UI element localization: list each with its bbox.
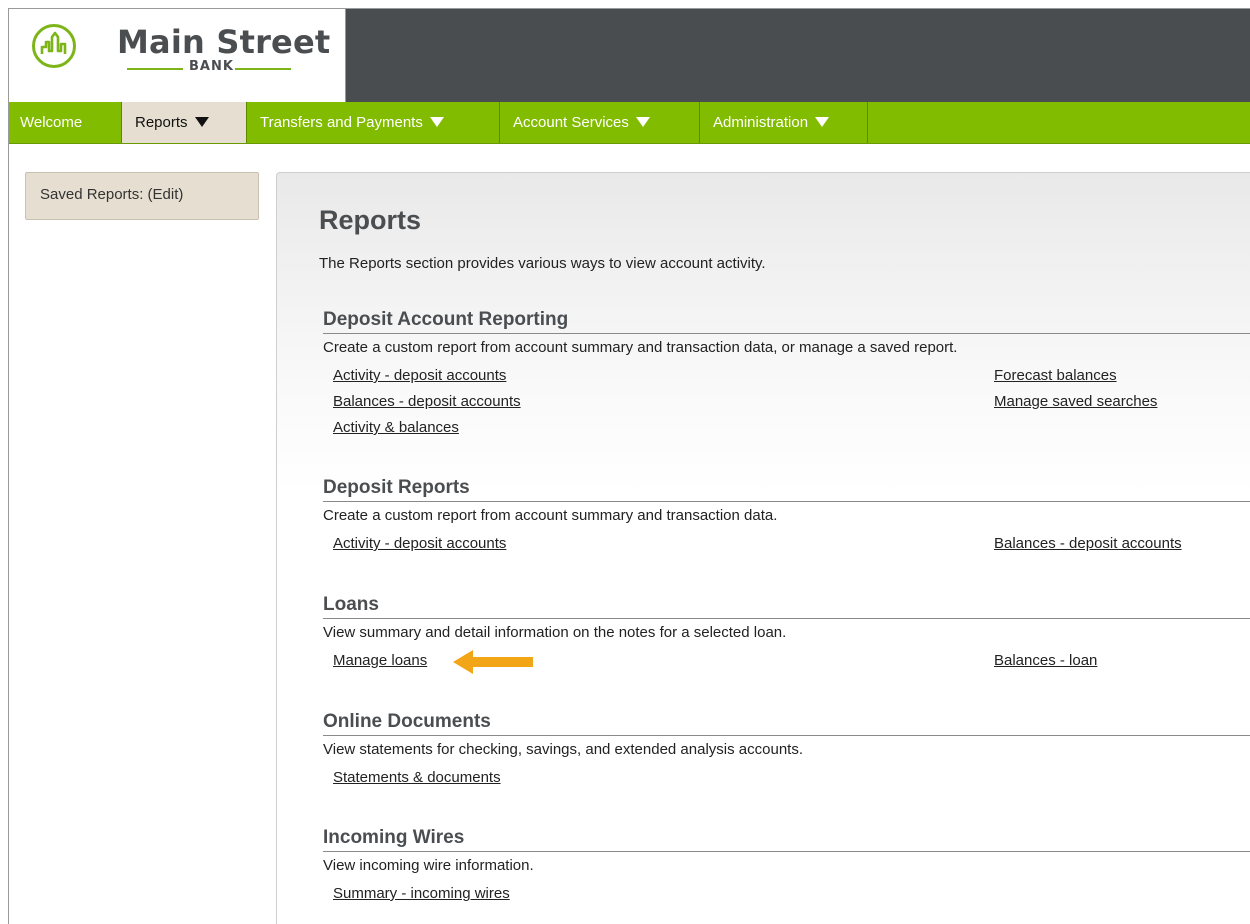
link-activity-balances[interactable]: Activity & balances: [333, 418, 459, 438]
link-manage-loans[interactable]: Manage loans: [333, 651, 427, 671]
section-description: Create a custom report from account summ…: [323, 507, 778, 524]
link-balances-deposit-accounts[interactable]: Balances - deposit accounts: [333, 392, 521, 412]
bank-logo[interactable]: Main Street BANK: [9, 9, 346, 102]
link-balances-deposit-accounts-2[interactable]: Balances - deposit accounts: [994, 534, 1182, 554]
section-title: Deposit Account Reporting: [323, 308, 1250, 334]
chevron-down-icon: [815, 117, 830, 128]
link-manage-saved-searches[interactable]: Manage saved searches: [994, 392, 1157, 412]
logo-rule-right: [235, 68, 291, 70]
nav-reports-label: Reports: [135, 114, 188, 131]
link-activity-deposit-accounts-2[interactable]: Activity - deposit accounts: [333, 534, 506, 554]
section-deposit-reports: Deposit Reports Create a custom report f…: [323, 476, 1250, 526]
nav-administration[interactable]: Administration: [700, 102, 868, 143]
bank-sub: BANK: [189, 59, 234, 74]
page-title: Reports: [319, 205, 422, 235]
saved-reports-label: Saved Reports: (Edit): [40, 186, 184, 203]
section-online-documents: Online Documents View statements for che…: [323, 710, 1250, 760]
reports-content: Reports The Reports section provides var…: [276, 172, 1250, 924]
nav-transfers-label: Transfers and Payments: [260, 114, 423, 131]
browser-frame: Main Street BANK Welcome Reports Transfe…: [8, 8, 1250, 924]
section-description: View summary and detail information on t…: [323, 624, 787, 641]
arrow-left-icon: [453, 650, 533, 674]
nav-welcome-label: Welcome: [20, 114, 83, 131]
nav-administration-label: Administration: [713, 114, 809, 131]
section-title: Deposit Reports: [323, 476, 1250, 502]
nav-welcome[interactable]: Welcome: [9, 102, 122, 143]
nav-account-services[interactable]: Account Services: [500, 102, 700, 143]
nav-reports[interactable]: Reports: [121, 102, 247, 143]
logo-rule-left: [127, 68, 183, 70]
link-statements-documents[interactable]: Statements & documents: [333, 768, 501, 788]
nav-transfers-payments[interactable]: Transfers and Payments: [247, 102, 500, 143]
section-description: View incoming wire information.: [323, 857, 534, 874]
page-description: The Reports section provides various way…: [319, 255, 766, 272]
section-incoming-wires: Incoming Wires View incoming wire inform…: [323, 826, 1250, 876]
main-nav: Welcome Reports Transfers and Payments A…: [9, 102, 1250, 144]
section-title: Online Documents: [323, 710, 1250, 736]
section-title: Loans: [323, 593, 1250, 619]
section-loans: Loans View summary and detail informatio…: [323, 593, 1250, 643]
chevron-down-icon: [429, 117, 444, 128]
section-title: Incoming Wires: [323, 826, 1250, 852]
section-description: View statements for checking, savings, a…: [323, 741, 803, 758]
bank-name: Main Street: [117, 23, 331, 61]
saved-reports-panel[interactable]: Saved Reports: (Edit): [25, 172, 259, 220]
section-description: Create a custom report from account summ…: [323, 339, 958, 356]
link-forecast-balances[interactable]: Forecast balances: [994, 366, 1117, 386]
chevron-down-icon: [194, 117, 209, 128]
link-balances-loan[interactable]: Balances - loan: [994, 651, 1097, 671]
nav-account-services-label: Account Services: [513, 114, 629, 131]
link-summary-incoming-wires[interactable]: Summary - incoming wires: [333, 884, 510, 904]
header-bar: Main Street BANK: [9, 9, 1250, 102]
section-deposit-account-reporting: Deposit Account Reporting Create a custo…: [323, 308, 1250, 358]
link-activity-deposit-accounts[interactable]: Activity - deposit accounts: [333, 366, 506, 386]
city-skyline-icon: [32, 24, 76, 68]
chevron-down-icon: [635, 117, 650, 128]
